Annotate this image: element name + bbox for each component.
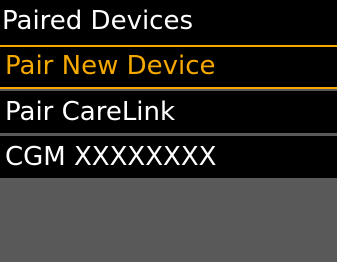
screen-header: Paired Devices <box>0 0 337 45</box>
menu-item-pair-new-device[interactable]: Pair New Device <box>0 45 337 89</box>
menu-item-label: CGM XXXXXXXX <box>5 142 217 172</box>
pump-screen: Paired Devices Pair New Device Pair Care… <box>0 0 339 262</box>
menu-item-cgm[interactable]: CGM XXXXXXXX <box>0 136 337 178</box>
page-title: Paired Devices <box>2 6 194 36</box>
menu-item-label: Pair New Device <box>5 51 216 81</box>
empty-list-area <box>0 180 337 262</box>
device-display: Paired Devices Pair New Device Pair Care… <box>0 0 337 262</box>
menu-item-label: Pair CareLink <box>5 97 176 127</box>
menu-item-pair-carelink[interactable]: Pair CareLink <box>0 91 337 133</box>
